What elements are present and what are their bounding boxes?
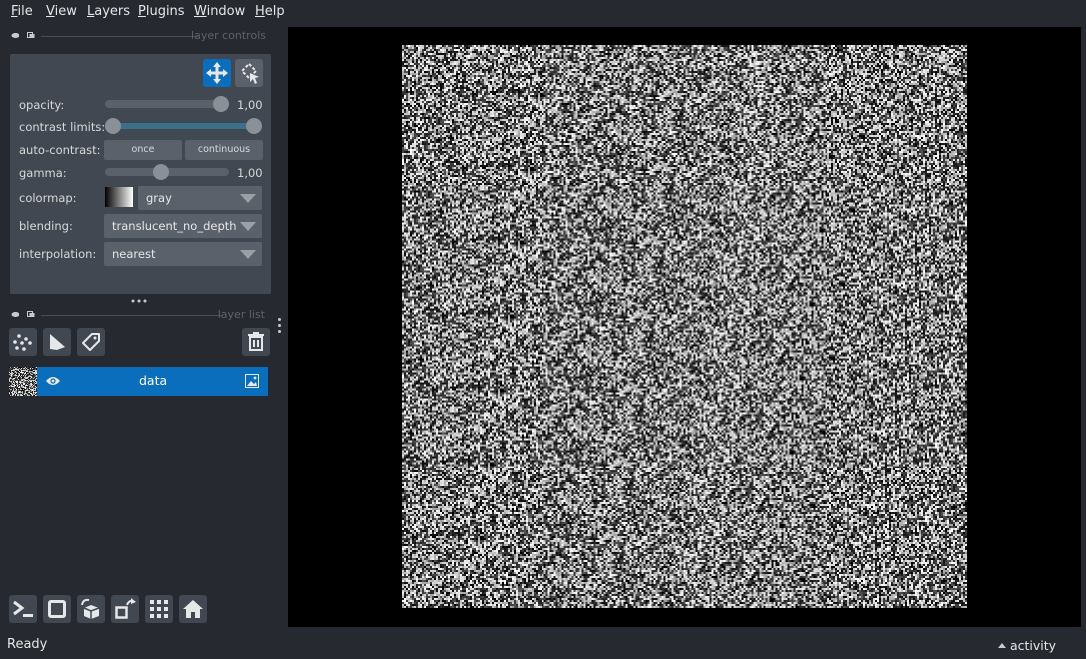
auto-contrast-once-button[interactable]: once: [104, 140, 182, 160]
transpose-dims-button[interactable]: [111, 595, 139, 623]
layer-list-label: layer list: [217, 308, 265, 321]
interpolation-label: interpolation:: [19, 247, 97, 261]
home-button[interactable]: [179, 595, 207, 623]
contrast-low-handle[interactable]: [105, 118, 121, 134]
new-labels-layer-button[interactable]: [77, 328, 105, 356]
new-points-layer-button[interactable]: [9, 328, 37, 356]
terminal-icon: [13, 600, 33, 617]
gamma-value: 1,00: [237, 166, 263, 180]
menu-plugins[interactable]: Plugins: [138, 4, 185, 19]
layer-controls-header: layer controls: [10, 29, 266, 43]
gamma-label: gamma:: [19, 166, 67, 180]
menu-layers[interactable]: Layers: [87, 4, 130, 19]
square-2d-icon: [48, 600, 66, 618]
blending-dropdown[interactable]: translucent_no_depth: [104, 214, 262, 238]
contrast-limits-label: contrast limits:: [19, 120, 106, 134]
menu-file[interactable]: File: [11, 4, 33, 19]
menu-help[interactable]: Help: [255, 4, 285, 19]
transpose-icon: [115, 598, 136, 619]
move-arrows-icon: [206, 62, 228, 84]
home-icon: [183, 600, 203, 618]
panel-options-handle[interactable]: [278, 318, 284, 336]
trash-icon: [248, 332, 264, 351]
divider: [41, 36, 198, 37]
menu-view[interactable]: View: [46, 4, 77, 19]
image-layer-icon: [245, 374, 259, 388]
layer-list-header: layer list: [10, 308, 266, 322]
console-button[interactable]: [9, 595, 37, 623]
ndisplay-button[interactable]: [43, 595, 71, 623]
float-panel-icon[interactable]: [11, 32, 19, 38]
caret-up-icon: [998, 643, 1006, 648]
close-panel-icon[interactable]: [27, 311, 35, 317]
opacity-value: 1,00: [237, 98, 263, 112]
contrast-limits-slider[interactable]: [113, 123, 253, 129]
eye-icon[interactable]: [45, 375, 61, 387]
auto-contrast-label: auto-contrast:: [19, 143, 101, 157]
roll-dims-button[interactable]: [77, 595, 105, 623]
opacity-slider[interactable]: [105, 100, 229, 108]
grid-view-button[interactable]: [145, 595, 173, 623]
viewer-canvas[interactable]: [288, 27, 1081, 627]
new-shapes-layer-button[interactable]: [43, 328, 71, 356]
pan-zoom-button[interactable]: [203, 59, 231, 87]
menu-window[interactable]: Window: [194, 4, 245, 19]
gamma-slider-handle[interactable]: [153, 164, 169, 180]
image-layer-data: [402, 45, 967, 608]
activity-button[interactable]: activity: [998, 638, 1056, 653]
interpolation-dropdown[interactable]: nearest: [104, 242, 262, 266]
grid-icon: [150, 600, 168, 618]
opacity-slider-handle[interactable]: [213, 96, 229, 112]
close-panel-icon[interactable]: [27, 32, 35, 38]
layer-thumbnail: [9, 367, 37, 396]
layer-name[interactable]: data: [139, 373, 167, 388]
layer-controls-label: layer controls: [191, 29, 266, 42]
tag-icon: [82, 333, 100, 351]
points-icon: [13, 334, 32, 351]
layer-item-data[interactable]: data: [37, 367, 268, 396]
opacity-label: opacity:: [19, 98, 65, 112]
auto-contrast-continuous-button[interactable]: continuous: [185, 140, 263, 160]
delete-layer-button[interactable]: [242, 328, 270, 356]
colormap-label: colormap:: [19, 191, 77, 205]
status-text: Ready: [7, 637, 48, 652]
colormap-dropdown[interactable]: gray: [138, 186, 262, 210]
chevron-down-icon: [240, 222, 256, 231]
colormap-preview: [105, 187, 133, 207]
menu-bar: File View Layers Plugins Window Help: [0, 0, 1086, 24]
select-cursor-icon: [240, 62, 259, 84]
rotate-cube-icon: [81, 598, 100, 619]
layer-controls-panel: opacity: 1,00 contrast limits: auto-cont…: [10, 54, 271, 294]
blending-label: blending:: [19, 219, 73, 233]
transform-button[interactable]: [235, 59, 263, 87]
chevron-down-icon: [240, 250, 256, 259]
chevron-down-icon: [240, 194, 256, 203]
divider: [41, 315, 222, 316]
contrast-high-handle[interactable]: [246, 118, 262, 134]
shapes-polygon-icon: [50, 334, 65, 350]
float-panel-icon[interactable]: [11, 311, 19, 317]
splitter-handle[interactable]: [131, 292, 147, 308]
